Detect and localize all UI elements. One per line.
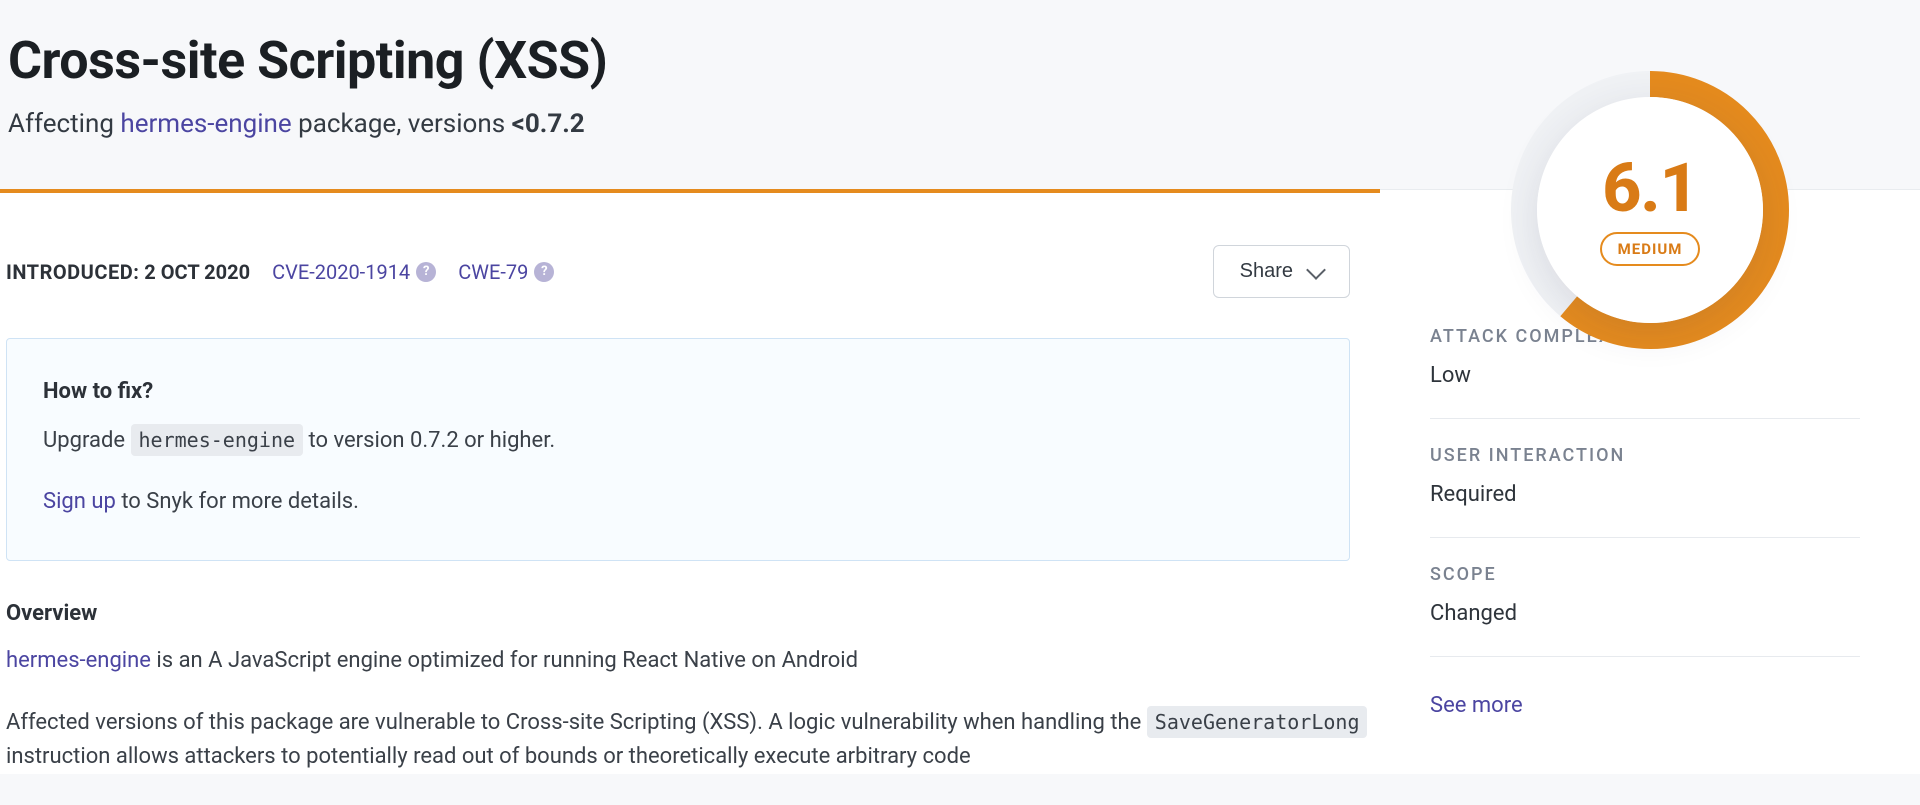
share-label: Share (1240, 260, 1293, 283)
affecting-suffix: package, versions (292, 109, 512, 139)
see-more-link[interactable]: See more (1430, 693, 1523, 718)
severity-score-widget: 6.1 MEDIUM (1510, 70, 1790, 350)
metric-scope: SCOPE Changed (1430, 538, 1860, 657)
signup-link[interactable]: Sign up (43, 489, 116, 514)
fix-instruction: Upgrade hermes-engine to version 0.7.2 o… (43, 428, 1313, 453)
fix-package-code: hermes-engine (131, 424, 304, 456)
package-link[interactable]: hermes-engine (120, 109, 291, 139)
metric-value: Low (1430, 363, 1860, 388)
overview-line-1: hermes-engine is an A JavaScript engine … (6, 644, 1380, 678)
sidebar: 6.1 MEDIUM ATTACK COMPLEXITY Low USER IN… (1380, 189, 1920, 774)
metric-value: Changed (1430, 601, 1860, 626)
share-button[interactable]: Share (1213, 245, 1350, 298)
severity-badge: MEDIUM (1600, 232, 1701, 266)
score-inner: 6.1 MEDIUM (1537, 97, 1763, 323)
signup-line: Sign up to Snyk for more details. (43, 489, 1313, 514)
metric-user-interaction: USER INTERACTION Required (1430, 419, 1860, 538)
cve-text: CVE-2020-1914 (272, 260, 410, 284)
cwe-link[interactable]: CWE-79 ? (458, 260, 554, 284)
cve-link[interactable]: CVE-2020-1914 ? (272, 260, 436, 284)
meta-row: INTRODUCED: 2 OCT 2020 CVE-2020-1914 ? C… (6, 193, 1380, 318)
introduced-label: INTRODUCED: (6, 260, 139, 284)
affecting-prefix: Affecting (8, 109, 120, 139)
overview-package-link[interactable]: hermes-engine (6, 648, 151, 673)
main-content: INTRODUCED: 2 OCT 2020 CVE-2020-1914 ? C… (0, 189, 1380, 774)
help-icon: ? (534, 262, 554, 282)
fix-heading: How to fix? (43, 379, 1313, 404)
chevron-down-icon (1306, 260, 1326, 280)
score-value: 6.1 (1602, 154, 1698, 222)
affected-versions: <0.7.2 (512, 109, 585, 139)
metric-value: Required (1430, 482, 1860, 507)
introduced-block: INTRODUCED: 2 OCT 2020 (6, 260, 250, 284)
instruction-code: SaveGeneratorLong (1147, 706, 1368, 738)
help-icon: ? (416, 262, 436, 282)
metric-label: USER INTERACTION (1430, 445, 1860, 466)
metric-label: SCOPE (1430, 564, 1860, 585)
overview-heading: Overview (6, 601, 1380, 626)
how-to-fix-box: How to fix? Upgrade hermes-engine to ver… (6, 338, 1350, 561)
overview-line-2: Affected versions of this package are vu… (6, 706, 1380, 774)
cwe-text: CWE-79 (458, 260, 528, 284)
introduced-date: 2 OCT 2020 (144, 260, 250, 284)
